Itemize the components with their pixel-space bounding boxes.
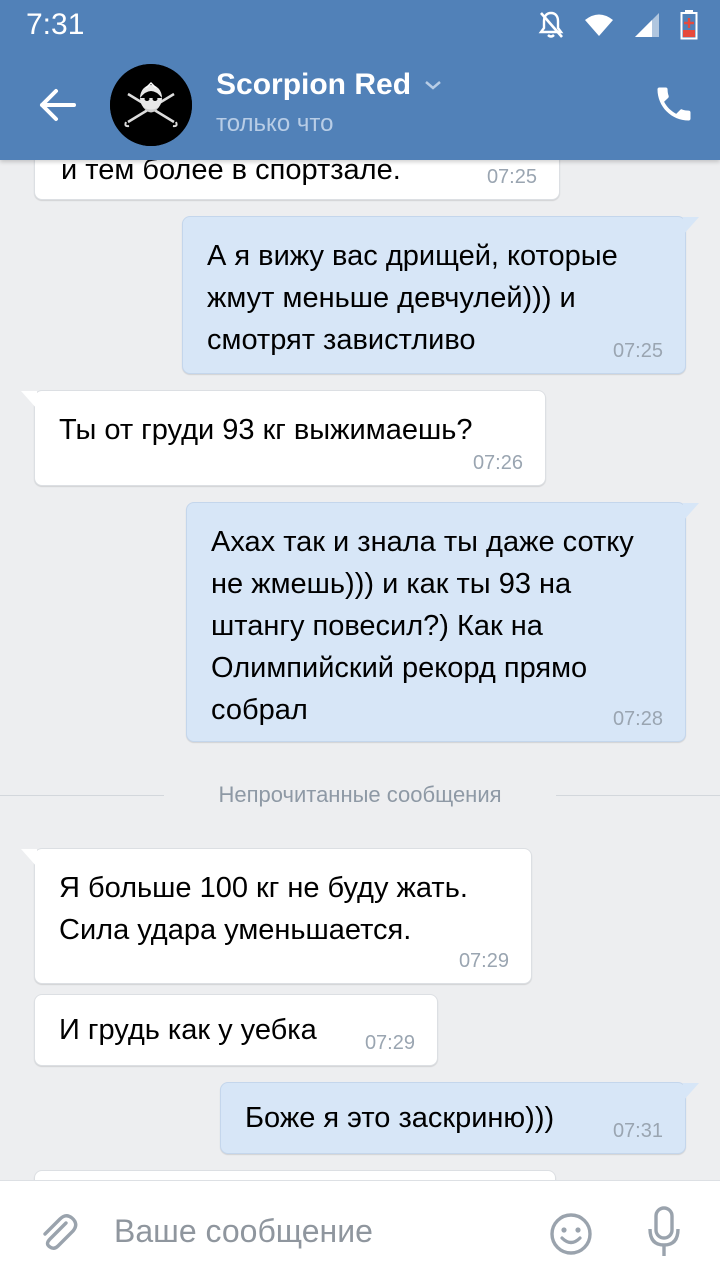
message-incoming[interactable]: Ты от груди 93 кг выжимаешь? 07:26	[21, 390, 546, 486]
status-bar: 7:31	[0, 0, 720, 50]
contact-status: только что	[216, 110, 334, 137]
message-outgoing[interactable]: А я вижу вас дрищей, которые жмут меньше…	[182, 216, 699, 374]
message-incoming[interactable]: Я больше 100 кг не буду жать. Сила удара…	[21, 848, 532, 984]
message-list[interactable]: и тем более в спортзале. 07:25 А я вижу …	[0, 160, 720, 1180]
contact-name-text: Scorpion Red	[216, 68, 412, 101]
wifi-icon	[585, 14, 613, 36]
status-icons	[538, 10, 698, 40]
message-time: 07:25	[486, 166, 537, 188]
avatar[interactable]	[110, 64, 192, 146]
status-time: 7:31	[26, 8, 85, 41]
message-input[interactable]	[114, 1205, 534, 1257]
contact-name[interactable]: Scorpion Red	[216, 68, 443, 102]
back-arrow-icon[interactable]	[34, 82, 80, 128]
paperclip-icon[interactable]	[36, 1209, 80, 1253]
message-outgoing[interactable]: Боже я это заскриню))) 07:31	[220, 1082, 699, 1154]
message-text: И грудь как у уебка	[59, 1014, 317, 1046]
message-text: Ты от груди 93 кг выжимаешь?	[59, 414, 473, 446]
message-text: Боже я это заскриню)))	[245, 1102, 555, 1134]
message-time: 07:29	[458, 950, 509, 972]
compose-bar	[0, 1180, 720, 1280]
message-outgoing[interactable]: Ахах так и знала ты даже сотку не жмешь)…	[186, 502, 699, 742]
divider-line	[556, 795, 720, 796]
chevron-down-icon	[425, 81, 441, 90]
bubble-tail	[21, 849, 37, 867]
notifications-off-icon	[538, 11, 564, 38]
emoji-icon[interactable]	[548, 1211, 594, 1257]
bubble-tail	[683, 1083, 699, 1101]
battery-icon	[680, 10, 698, 40]
message-text: А я вижу вас дрищей, которые жмут меньше…	[207, 240, 618, 356]
message-time: 07:25	[612, 340, 663, 362]
message-text: и тем более в спортзале.	[61, 160, 401, 186]
message-incoming-partial[interactable]	[34, 1170, 556, 1180]
phone-icon[interactable]	[652, 82, 696, 126]
message-time: 07:28	[612, 708, 663, 730]
message-time: 07:26	[472, 452, 523, 474]
unread-divider: Непрочитанные сообщения	[0, 782, 720, 808]
jolly-roger-icon	[110, 64, 192, 146]
microphone-icon[interactable]	[646, 1205, 682, 1259]
bubble-tail	[683, 503, 699, 521]
message-incoming[interactable]: и тем более в спортзале. 07:25	[34, 160, 560, 200]
message-text: Ахах так и знала ты даже сотку не жмешь)…	[211, 526, 634, 726]
message-time: 07:29	[364, 1032, 415, 1054]
message-text: Я больше 100 кг не буду жать. Сила удара…	[59, 872, 468, 946]
signal-icon	[635, 13, 659, 37]
message-time: 07:31	[612, 1120, 663, 1142]
chat-header: 7:31 Scorpion Red только что	[0, 0, 720, 160]
bubble-tail	[683, 217, 699, 235]
message-incoming[interactable]: И грудь как у уебка 07:29	[34, 994, 438, 1066]
bubble-tail	[21, 391, 37, 409]
